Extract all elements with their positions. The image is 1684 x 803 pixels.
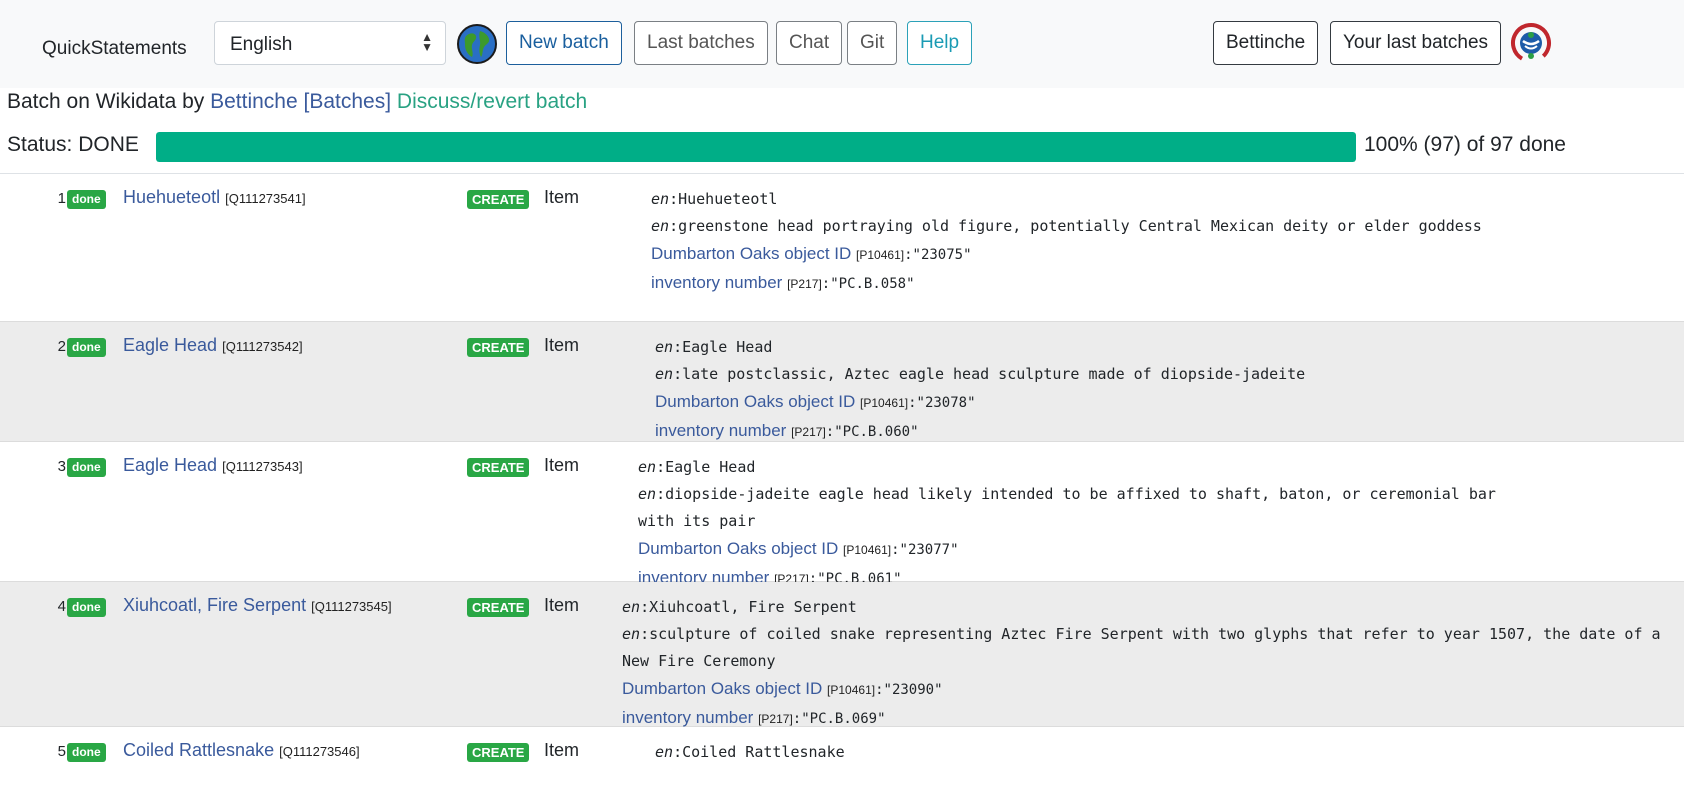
command-row: 1 done Huehueteotl [Q111273541] CREATE I… [0, 174, 1684, 322]
status-badge: done [67, 743, 106, 762]
globe-icon[interactable] [457, 24, 497, 64]
action-badge: CREATE [467, 190, 530, 209]
batch-prefix: Batch on Wikidata by [7, 90, 205, 113]
discuss-revert-link[interactable]: Discuss/revert batch [397, 90, 587, 113]
item-qid: [Q111273541] [225, 191, 306, 206]
git-button[interactable]: Git [847, 21, 898, 65]
command-number: 1 [57, 190, 66, 207]
command-details: en:Eagle Head en:diopside-jadeite eagle … [638, 454, 1498, 593]
command-number: 4 [57, 598, 66, 615]
item-link: Xiuhcoatl, Fire Serpent [Q111273545] [123, 595, 392, 616]
item-qid: [Q111273543] [222, 459, 303, 474]
batches-link[interactable]: [Batches] [304, 90, 392, 113]
action-badge: CREATE [467, 338, 530, 357]
command-number: 2 [57, 338, 66, 355]
label-statement: en:Xiuhcoatl, Fire Serpent [622, 598, 857, 616]
chat-button[interactable]: Chat [776, 21, 843, 65]
item-label-link[interactable]: Huehueteotl [123, 187, 220, 207]
navbar: QuickStatements English ▲ ▼ New batch Las… [0, 0, 1684, 88]
progress-bar [156, 132, 1356, 162]
action-badge: CREATE [467, 458, 530, 477]
command-details: en:Huehueteotl en:greenstone head portra… [651, 186, 1684, 298]
batch-info-line: Batch on Wikidata by Bettinche [Batches]… [7, 90, 587, 114]
item-link: Huehueteotl [Q111273541] [123, 187, 306, 208]
property-link[interactable]: Dumbarton Oaks object ID [655, 392, 855, 411]
app-brand[interactable]: QuickStatements [42, 38, 187, 60]
property-statement: Dumbarton Oaks object ID [P10461]:"23078… [655, 392, 976, 411]
item-qid: [Q111273546] [279, 744, 360, 759]
entity-type: Item [544, 335, 580, 355]
new-batch-button[interactable]: New batch [506, 21, 622, 65]
user-button[interactable]: Bettinche [1213, 21, 1319, 65]
status-label: Status: DONE [7, 133, 139, 156]
command-number: 3 [57, 458, 66, 475]
property-link[interactable]: inventory number [651, 273, 782, 292]
label-statement: en:Coiled Rattlesnake [655, 743, 845, 761]
description-statement: en:sculpture of coiled snake representin… [622, 625, 1661, 670]
property-link[interactable]: Dumbarton Oaks object ID [651, 244, 851, 263]
command-details: en:Eagle Head en:late postclassic, Aztec… [655, 334, 1684, 446]
last-batches-button[interactable]: Last batches [634, 21, 768, 65]
command-number: 5 [57, 743, 66, 760]
property-link[interactable]: inventory number [655, 421, 786, 440]
status-badge: done [67, 338, 106, 357]
help-button[interactable]: Help [907, 21, 973, 65]
command-row: 4 done Xiuhcoatl, Fire Serpent [Q1112735… [0, 582, 1684, 727]
command-row: 3 done Eagle Head [Q111273543] CREATE It… [0, 442, 1684, 587]
action-badge: CREATE [467, 598, 530, 617]
entity-type: Item [544, 187, 580, 207]
item-label-link[interactable]: Eagle Head [123, 335, 217, 355]
property-link[interactable]: Dumbarton Oaks object ID [622, 679, 822, 698]
item-label-link[interactable]: Coiled Rattlesnake [123, 740, 274, 760]
property-statement: inventory number [P217]:"PC.B.058" [651, 273, 915, 292]
item-link: Eagle Head [Q111273542] [123, 335, 303, 356]
description-statement: en:diopside-jadeite eagle head likely in… [638, 485, 1496, 530]
action-badge: CREATE [467, 743, 530, 762]
status-badge: done [67, 598, 106, 617]
label-statement: en:Huehueteotl [651, 190, 778, 208]
item-link: Coiled Rattlesnake [Q111273546] [123, 740, 360, 761]
status-badge: done [67, 458, 106, 477]
status-progress-text: 100% (97) of 97 done [1364, 133, 1566, 156]
property-link[interactable]: Dumbarton Oaks object ID [638, 539, 838, 558]
language-select[interactable]: English ▲ ▼ [214, 21, 446, 65]
entity-type: Item [544, 740, 580, 760]
property-statement: Dumbarton Oaks object ID [P10461]:"23077… [638, 539, 959, 558]
label-statement: en:Eagle Head [655, 338, 773, 356]
select-arrows-icon: ▲ ▼ [421, 30, 433, 54]
entity-type: Item [544, 595, 580, 615]
item-link: Eagle Head [Q111273543] [123, 455, 303, 476]
wikimedia-cloud-icon[interactable] [1510, 22, 1552, 64]
command-row: 5 done Coiled Rattlesnake [Q111273546] C… [0, 727, 1684, 787]
property-statement: Dumbarton Oaks object ID [P10461]:"23090… [622, 679, 943, 698]
label-statement: en:Eagle Head [638, 458, 756, 476]
item-label-link[interactable]: Xiuhcoatl, Fire Serpent [123, 595, 306, 615]
entity-type: Item [544, 455, 580, 475]
description-statement: en:late postclassic, Aztec eagle head sc… [655, 365, 1306, 383]
command-details: en:Coiled Rattlesnake [655, 739, 1684, 766]
item-label-link[interactable]: Eagle Head [123, 455, 217, 475]
property-statement: Dumbarton Oaks object ID [P10461]:"23075… [651, 244, 972, 263]
your-last-batches-button[interactable]: Your last batches [1330, 21, 1502, 65]
status-badge: done [67, 190, 106, 209]
batch-user-link[interactable]: Bettinche [210, 90, 298, 113]
description-statement: en:greenstone head portraying old figure… [651, 217, 1482, 235]
item-qid: [Q111273542] [222, 339, 303, 354]
status-line: Status: DONE 100% (97) of 97 done [7, 128, 1684, 162]
language-select-value: English [230, 34, 293, 55]
property-link[interactable]: inventory number [622, 708, 753, 727]
command-list: 1 done Huehueteotl [Q111273541] CREATE I… [0, 174, 1684, 787]
progress-bar-fill [156, 132, 1356, 162]
command-row: 2 done Eagle Head [Q111273542] CREATE It… [0, 322, 1684, 442]
command-details: en:Xiuhcoatl, Fire Serpent en:sculpture … [622, 594, 1672, 733]
item-qid: [Q111273545] [311, 599, 392, 614]
